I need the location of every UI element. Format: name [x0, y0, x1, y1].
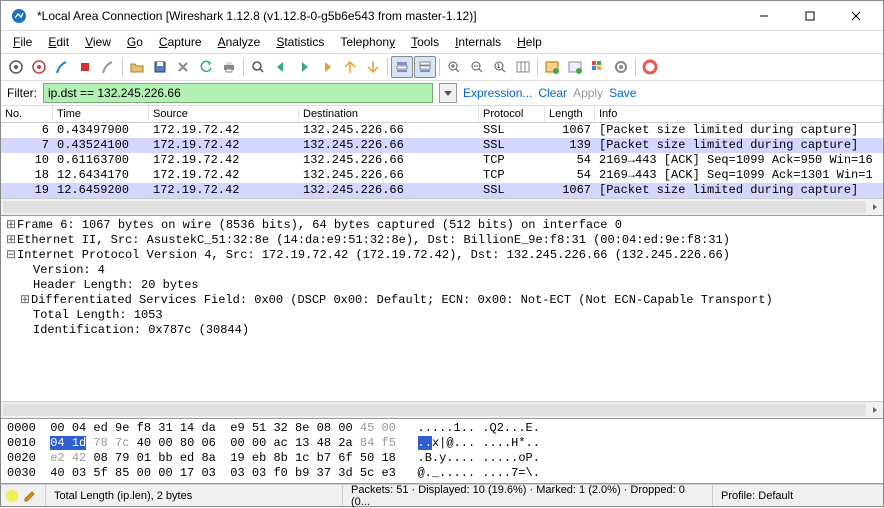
app-icon — [11, 8, 27, 24]
status-packets: Packets: 51 · Displayed: 10 (19.6%) · Ma… — [343, 485, 713, 506]
go-last-button[interactable] — [362, 56, 384, 78]
hscrollbar[interactable] — [1, 198, 883, 215]
collapse-icon[interactable]: ⊟ — [5, 248, 17, 263]
col-length[interactable]: Length — [545, 106, 595, 122]
menu-file[interactable]: File — [5, 33, 40, 51]
expand-icon[interactable]: ⊞ — [5, 233, 17, 248]
packet-list-pane: No. Time Source Destination Protocol Len… — [1, 106, 883, 216]
colorize-button[interactable] — [391, 56, 413, 78]
col-protocol[interactable]: Protocol — [479, 106, 545, 122]
packet-row[interactable]: 60.43497900172.19.72.42132.245.226.66SSL… — [1, 123, 883, 138]
tree-frame: ⊞Frame 6: 1067 bytes on wire (8536 bits)… — [1, 218, 883, 233]
restart-capture-button[interactable] — [97, 56, 119, 78]
coloring-rules-button[interactable] — [587, 56, 609, 78]
tree-ethernet: ⊞Ethernet II, Src: AsustekC_51:32:8e (14… — [1, 233, 883, 248]
help-button[interactable] — [639, 56, 661, 78]
close-button[interactable] — [833, 1, 879, 31]
col-no[interactable]: No. — [1, 106, 53, 122]
filter-clear[interactable]: Clear — [538, 86, 567, 100]
menu-statistics[interactable]: Statistics — [268, 33, 332, 51]
tree-version: Version: 4 — [1, 263, 883, 278]
expand-icon[interactable]: ⊞ — [5, 218, 17, 233]
tree-ip: ⊟Internet Protocol Version 4, Src: 172.1… — [1, 248, 883, 263]
status-profile[interactable]: Profile: Default — [713, 485, 883, 506]
hscrollbar[interactable] — [1, 401, 883, 418]
hex-selected: 04 1d — [50, 436, 86, 450]
maximize-button[interactable] — [787, 1, 833, 31]
tree-totlen: Total Length: 1053 — [1, 308, 883, 323]
tree-ident: Identification: 0x787c (30844) — [1, 323, 883, 338]
scroll-right-icon[interactable] — [866, 200, 883, 215]
resize-columns-button[interactable] — [512, 56, 534, 78]
tree-dsf: ⊞Differentiated Services Field: 0x00 (DS… — [1, 293, 883, 308]
stop-capture-button[interactable] — [74, 56, 96, 78]
edit-icon[interactable] — [23, 489, 37, 503]
menu-help[interactable]: Help — [509, 33, 550, 51]
interfaces-button[interactable] — [5, 56, 27, 78]
start-capture-button[interactable] — [51, 56, 73, 78]
open-button[interactable] — [126, 56, 148, 78]
menu-tools[interactable]: Tools — [403, 33, 447, 51]
scroll-right-icon[interactable] — [866, 403, 883, 418]
expand-icon[interactable]: ⊞ — [19, 293, 31, 308]
filter-dropdown[interactable] — [439, 83, 457, 103]
statusbar: Total Length (ip.len), 2 bytes Packets: … — [1, 484, 883, 506]
col-source[interactable]: Source — [149, 106, 299, 122]
filter-input[interactable] — [43, 83, 433, 103]
titlebar: *Local Area Connection [Wireshark 1.12.8… — [1, 1, 883, 31]
preferences-button[interactable] — [610, 56, 632, 78]
filterbar: Filter: Expression... Clear Apply Save — [1, 81, 883, 106]
options-button[interactable] — [28, 56, 50, 78]
filter-label: Filter: — [7, 86, 37, 100]
packet-row[interactable]: 1912.6459200172.19.72.42132.245.226.66SS… — [1, 183, 883, 198]
col-time[interactable]: Time — [53, 106, 149, 122]
window-title: *Local Area Connection [Wireshark 1.12.8… — [33, 9, 741, 23]
col-info[interactable]: Info — [595, 106, 883, 122]
packet-rows[interactable]: 60.43497900172.19.72.42132.245.226.66SSL… — [1, 123, 883, 198]
go-forward-button[interactable] — [293, 56, 315, 78]
go-to-button[interactable] — [316, 56, 338, 78]
go-back-button[interactable] — [270, 56, 292, 78]
packet-row[interactable]: 100.61163700172.19.72.42132.245.226.66TC… — [1, 153, 883, 168]
filter-expression[interactable]: Expression... — [463, 86, 532, 100]
minimize-button[interactable] — [741, 1, 787, 31]
details-pane: ⊞Frame 6: 1067 bytes on wire (8536 bits)… — [1, 216, 883, 419]
status-field: Total Length (ip.len), 2 bytes — [46, 485, 343, 506]
zoom-reset-button[interactable]: 1 — [489, 56, 511, 78]
zoom-out-button[interactable] — [466, 56, 488, 78]
col-destination[interactable]: Destination — [299, 106, 479, 122]
capture-filters-button[interactable] — [541, 56, 563, 78]
display-filters-button[interactable] — [564, 56, 586, 78]
tree-hdrlen: Header Length: 20 bytes — [1, 278, 883, 293]
menu-telephony[interactable]: Telephony — [332, 33, 403, 51]
menu-edit[interactable]: Edit — [40, 33, 77, 51]
hex-pane[interactable]: 0000 00 04 ed 9e f8 31 14 da e9 51 32 8e… — [1, 419, 883, 484]
find-button[interactable] — [247, 56, 269, 78]
save-button[interactable] — [149, 56, 171, 78]
menubar: File Edit View Go Capture Analyze Statis… — [1, 31, 883, 54]
menu-internals[interactable]: Internals — [447, 33, 509, 51]
menu-analyze[interactable]: Analyze — [210, 33, 269, 51]
go-first-button[interactable] — [339, 56, 361, 78]
packet-row[interactable]: 1812.6434170172.19.72.42132.245.226.66TC… — [1, 168, 883, 183]
filter-save[interactable]: Save — [609, 86, 636, 100]
svg-text:1: 1 — [497, 64, 501, 70]
toolbar: 1 — [1, 54, 883, 81]
expert-info-icon[interactable] — [5, 489, 19, 503]
zoom-in-button[interactable] — [443, 56, 465, 78]
packet-list-header: No. Time Source Destination Protocol Len… — [1, 106, 883, 123]
autoscroll-button[interactable] — [414, 56, 436, 78]
filter-apply[interactable]: Apply — [573, 86, 603, 100]
packet-row[interactable]: 70.43524100172.19.72.42132.245.226.66SSL… — [1, 138, 883, 153]
menu-view[interactable]: View — [77, 33, 119, 51]
menu-capture[interactable]: Capture — [151, 33, 210, 51]
close-file-button[interactable] — [172, 56, 194, 78]
menu-go[interactable]: Go — [119, 33, 151, 51]
reload-button[interactable] — [195, 56, 217, 78]
print-button[interactable] — [218, 56, 240, 78]
